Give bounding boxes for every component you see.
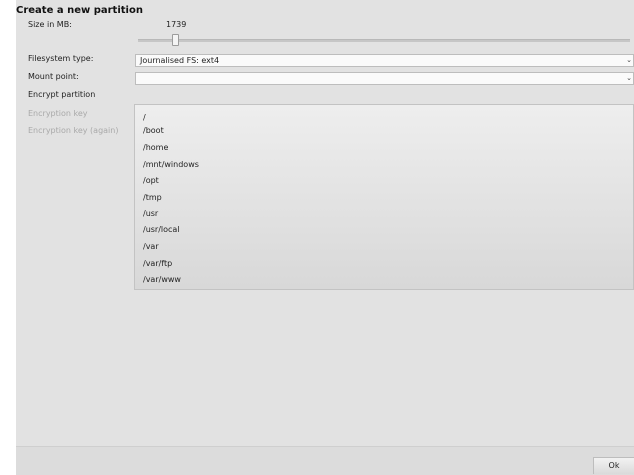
- dialog-footer: [16, 446, 634, 475]
- mount-option[interactable]: /usr: [143, 209, 158, 218]
- mount-option[interactable]: /mnt/windows: [143, 160, 199, 169]
- size-slider-track[interactable]: [138, 39, 630, 42]
- mount-option[interactable]: /usr/local: [143, 225, 180, 234]
- mount-option[interactable]: /tmp: [143, 193, 162, 202]
- size-slider-handle[interactable]: [172, 34, 179, 46]
- mount-option[interactable]: /var/www: [143, 275, 181, 284]
- filesystem-select[interactable]: Journalised FS: ext4 ⌄: [135, 54, 634, 67]
- chevron-down-icon[interactable]: ⌄: [626, 73, 632, 84]
- mount-option[interactable]: /: [143, 113, 146, 122]
- encryption-key-label: Encryption key: [28, 109, 88, 118]
- mount-option[interactable]: /var/ftp: [143, 259, 172, 268]
- encrypt-partition-label[interactable]: Encrypt partition: [28, 90, 95, 99]
- mount-point-input[interactable]: ⌄: [135, 72, 634, 85]
- mount-option[interactable]: /boot: [143, 126, 164, 135]
- mount-point-dropdown: / /boot /home /mnt/windows /opt /tmp /us…: [134, 104, 634, 290]
- filesystem-label: Filesystem type:: [28, 54, 94, 63]
- mount-option[interactable]: /home: [143, 143, 168, 152]
- mount-option[interactable]: /opt: [143, 176, 159, 185]
- chevron-down-icon[interactable]: ⌄: [626, 55, 632, 66]
- size-value: 1739: [166, 20, 187, 29]
- ok-button[interactable]: Ok: [593, 457, 634, 474]
- mount-option[interactable]: /var: [143, 242, 159, 251]
- dialog-title: Create a new partition: [16, 5, 143, 16]
- encryption-key-again-label: Encryption key (again): [28, 126, 119, 135]
- size-label: Size in MB:: [28, 20, 72, 29]
- mount-point-label: Mount point:: [28, 72, 79, 81]
- filesystem-select-value: Journalised FS: ext4: [140, 56, 220, 65]
